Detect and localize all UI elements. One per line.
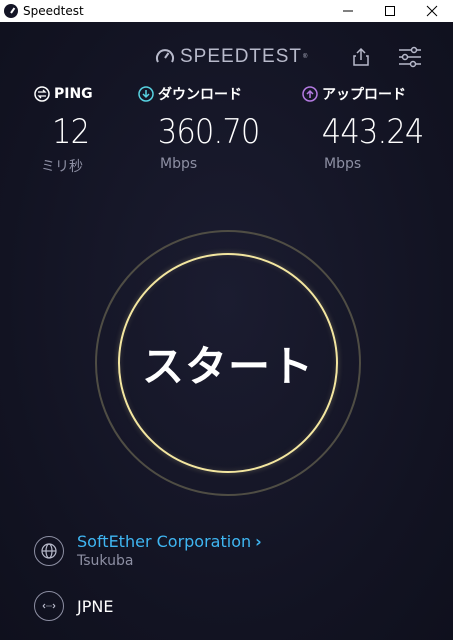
window-title: Speedtest — [23, 4, 84, 18]
ping-metric: PING 12 ミリ秒 — [34, 84, 95, 176]
settings-sliders-icon — [399, 46, 421, 68]
close-button[interactable] — [411, 0, 453, 22]
upload-label: アップロード — [322, 87, 406, 103]
share-icon — [353, 47, 369, 66]
share-button[interactable] — [348, 44, 374, 70]
download-unit: Mbps — [160, 156, 198, 172]
download-value: 360.70 — [157, 112, 261, 152]
ping-unit: ミリ秒 — [41, 159, 83, 175]
chevron-right-icon: › — [255, 532, 262, 551]
minimize-icon — [343, 10, 353, 12]
brand-registered-mark: ® — [302, 54, 309, 60]
start-label: スタート — [141, 341, 314, 391]
isp-icon-wrap — [34, 535, 64, 566]
speedtest-main: SPEEDTEST ® PING 12 ミリ秒 ダウンロード 360.70 Mb… — [0, 22, 453, 640]
download-label: ダウンロード — [158, 87, 242, 103]
server-row[interactable]: JPNE — [34, 591, 113, 621]
upload-arrow-icon — [302, 86, 318, 102]
upload-value: 443.24 — [321, 112, 425, 152]
minimize-button[interactable] — [327, 0, 369, 22]
isp-location: Tsukuba — [77, 553, 134, 569]
brand-text: SPEEDTEST — [180, 46, 302, 67]
isp-row[interactable]: SoftEther Corporation › Tsukuba — [34, 532, 262, 569]
download-arrow-icon — [138, 86, 154, 102]
server-name: JPNE — [77, 596, 114, 616]
speedtest-app-icon — [4, 4, 18, 18]
isp-name: SoftEther Corporation — [77, 532, 252, 551]
upload-metric: アップロード 443.24 Mbps — [302, 84, 437, 172]
server-connection-icon — [42, 603, 56, 609]
window-titlebar: Speedtest — [0, 0, 453, 22]
globe-icon — [41, 542, 57, 559]
ping-icon — [34, 86, 50, 102]
ping-value: 12 — [52, 112, 90, 152]
isp-name-link[interactable]: SoftEther Corporation › — [77, 532, 262, 551]
download-metric: ダウンロード 360.70 Mbps — [138, 84, 273, 172]
ping-label: PING — [54, 86, 93, 102]
maximize-button[interactable] — [369, 0, 411, 22]
maximize-icon — [385, 6, 395, 16]
close-icon — [426, 5, 438, 17]
settings-button[interactable] — [397, 44, 423, 70]
server-icon-wrap — [34, 591, 64, 621]
upload-unit: Mbps — [324, 156, 362, 172]
speedometer-icon — [156, 49, 174, 63]
start-button[interactable]: スタート — [118, 253, 338, 473]
speedtest-logo: SPEEDTEST ® — [155, 46, 308, 68]
